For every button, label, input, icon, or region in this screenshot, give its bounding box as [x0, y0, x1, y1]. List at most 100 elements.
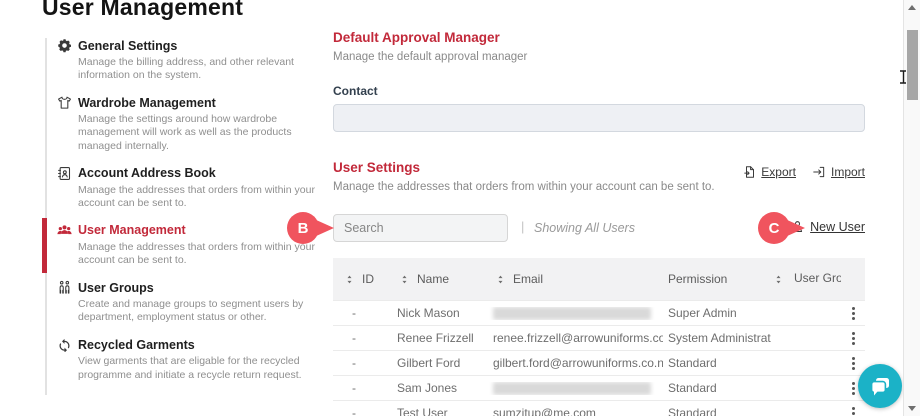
contact-label: Contact — [333, 84, 865, 98]
column-header-label: Permission — [668, 272, 727, 286]
chat-widget-button[interactable] — [858, 364, 902, 408]
users-icon — [57, 223, 72, 238]
new-user-label: New User — [810, 220, 865, 234]
address-book-icon — [57, 166, 72, 181]
sort-icon — [493, 272, 508, 287]
column-header-permission: Permission — [663, 272, 771, 286]
cell-actions — [841, 404, 865, 416]
cell-name: Gilbert Ford — [393, 356, 489, 370]
row-actions-kebab-icon[interactable] — [849, 404, 858, 416]
column-header-id[interactable]: ID — [333, 272, 393, 287]
table-header-row: ID Name Email Permission User Group — [333, 258, 865, 300]
cell-permission: Super Admin — [663, 306, 771, 320]
contact-input[interactable] — [333, 104, 865, 132]
sidebar-item-label: User Groups — [78, 281, 154, 295]
user-settings-section: User Settings Manage the addresses that … — [333, 160, 865, 193]
cell-permission: Standard — [663, 356, 771, 370]
cell-id: - — [333, 381, 393, 395]
sidebar-item-label: General Settings — [78, 39, 177, 53]
sidebar-item-account-address-book[interactable]: Account Address BookManage the addresses… — [57, 166, 310, 210]
sidebar-item-user-management[interactable]: User ManagementManage the addresses that… — [57, 223, 310, 267]
vertical-scrollbar[interactable] — [903, 0, 920, 416]
export-icon — [742, 164, 757, 179]
cell-id: - — [333, 306, 393, 320]
cell-permission: Standard — [663, 381, 771, 395]
sort-icon — [342, 272, 357, 287]
annotation-balloon-c: C — [757, 211, 807, 245]
sidebar-item-description: Manage the addresses that orders from wi… — [78, 184, 316, 210]
recycle-icon — [57, 337, 72, 352]
users-table: IDNameEmailPermissionUser Group-Nick Mas… — [333, 258, 865, 416]
annotation-balloon-b: B — [286, 211, 336, 245]
cell-permission: Standard — [663, 406, 771, 416]
sidebar-item-description: View garments that are eligable for the … — [78, 355, 316, 381]
row-actions-kebab-icon[interactable] — [849, 354, 858, 373]
search-input[interactable] — [333, 214, 508, 242]
column-header-email[interactable]: Email — [489, 272, 663, 287]
sort-icon — [397, 272, 412, 287]
annotation-letter-c: C — [757, 211, 791, 245]
column-header-label: User Group — [794, 272, 836, 286]
sidebar-item-recycled-garments[interactable]: Recycled GarmentsView garments that are … — [57, 337, 310, 381]
export-link[interactable]: Export — [742, 164, 796, 179]
gear-icon — [57, 38, 72, 53]
sidebar-item-user-groups[interactable]: User GroupsCreate and manage groups to s… — [57, 280, 310, 324]
cell-actions — [841, 329, 865, 348]
column-header-label: Email — [513, 272, 543, 286]
sidebar-item-general-settings[interactable]: General SettingsManage the billing addre… — [57, 38, 310, 82]
sidebar-item-description: Manage the settings around how wardrobe … — [78, 113, 316, 152]
default-approval-manager-section: Default Approval Manager Manage the defa… — [333, 30, 865, 132]
column-header-label: ID — [362, 272, 374, 286]
row-actions-kebab-icon[interactable] — [849, 379, 858, 398]
redacted-email-blur — [493, 382, 651, 395]
row-actions-kebab-icon[interactable] — [849, 329, 858, 348]
export-label: Export — [761, 165, 796, 179]
table-row: -Nick Mason Super Admin — [333, 300, 865, 325]
scroll-up-arrow-icon[interactable] — [908, 5, 916, 10]
column-header-label: Name — [417, 272, 449, 286]
scroll-down-arrow-icon[interactable] — [908, 406, 916, 411]
import-icon — [812, 164, 827, 179]
cell-email: gilbert.ford@arrowuniforms.co.nz — [489, 356, 663, 370]
table-row: -Renee Frizzellrenee.frizzell@arrowunifo… — [333, 325, 865, 350]
column-header-user-group[interactable]: User Group — [771, 272, 841, 287]
sidebar-item-header: User Groups — [57, 280, 310, 295]
user-settings-subtitle: Manage the addresses that orders from wi… — [333, 181, 865, 193]
filter-divider: | — [521, 219, 524, 234]
cell-id: - — [333, 406, 393, 416]
export-import-links: Export Import — [742, 164, 865, 179]
sidebar-item-header: General Settings — [57, 38, 310, 53]
text-cursor-icon — [899, 70, 908, 89]
cell-email: renee.frizzell@arrowuniforms.co.nz — [489, 331, 663, 345]
cell-email: sumzitup@me.com — [489, 406, 663, 416]
cell-actions — [841, 304, 865, 323]
scrollbar-thumb[interactable] — [907, 30, 918, 100]
import-link[interactable]: Import — [812, 164, 865, 179]
sidebar-item-header: Wardrobe Management — [57, 95, 310, 110]
import-label: Import — [831, 165, 865, 179]
user-groups-icon — [57, 280, 72, 295]
sidebar-item-label: Recycled Garments — [78, 338, 195, 352]
sidebar-item-label: User Management — [78, 223, 186, 237]
sidebar-item-wardrobe-management[interactable]: Wardrobe ManagementManage the settings a… — [57, 95, 310, 152]
table-row: -Sam JonesStandard — [333, 375, 865, 400]
table-row: -Gilbert Fordgilbert.ford@arrowuniforms.… — [333, 350, 865, 375]
cell-name: Test User — [393, 406, 489, 416]
cell-email — [489, 382, 663, 395]
sidebar-item-description: Create and manage groups to segment user… — [78, 298, 316, 324]
tshirt-icon — [57, 95, 72, 110]
showing-all-users-label: Showing All Users — [534, 221, 635, 235]
column-header-name[interactable]: Name — [393, 272, 489, 287]
annotation-letter-b: B — [286, 211, 320, 245]
row-actions-kebab-icon[interactable] — [849, 304, 858, 323]
cell-name: Nick Mason — [393, 306, 489, 320]
sidebar-item-description: Manage the addresses that orders from wi… — [78, 241, 316, 267]
table-row: -Test Usersumzitup@me.comStandard — [333, 400, 865, 416]
user-management-settings-page: User Management General SettingsManage t… — [0, 0, 920, 416]
cell-actions — [841, 354, 865, 373]
settings-sidebar: General SettingsManage the billing addre… — [45, 38, 310, 395]
sidebar-item-label: Account Address Book — [78, 166, 216, 180]
cell-email — [489, 307, 663, 320]
sidebar-item-header: Recycled Garments — [57, 337, 310, 352]
sidebar-item-label: Wardrobe Management — [78, 96, 216, 110]
